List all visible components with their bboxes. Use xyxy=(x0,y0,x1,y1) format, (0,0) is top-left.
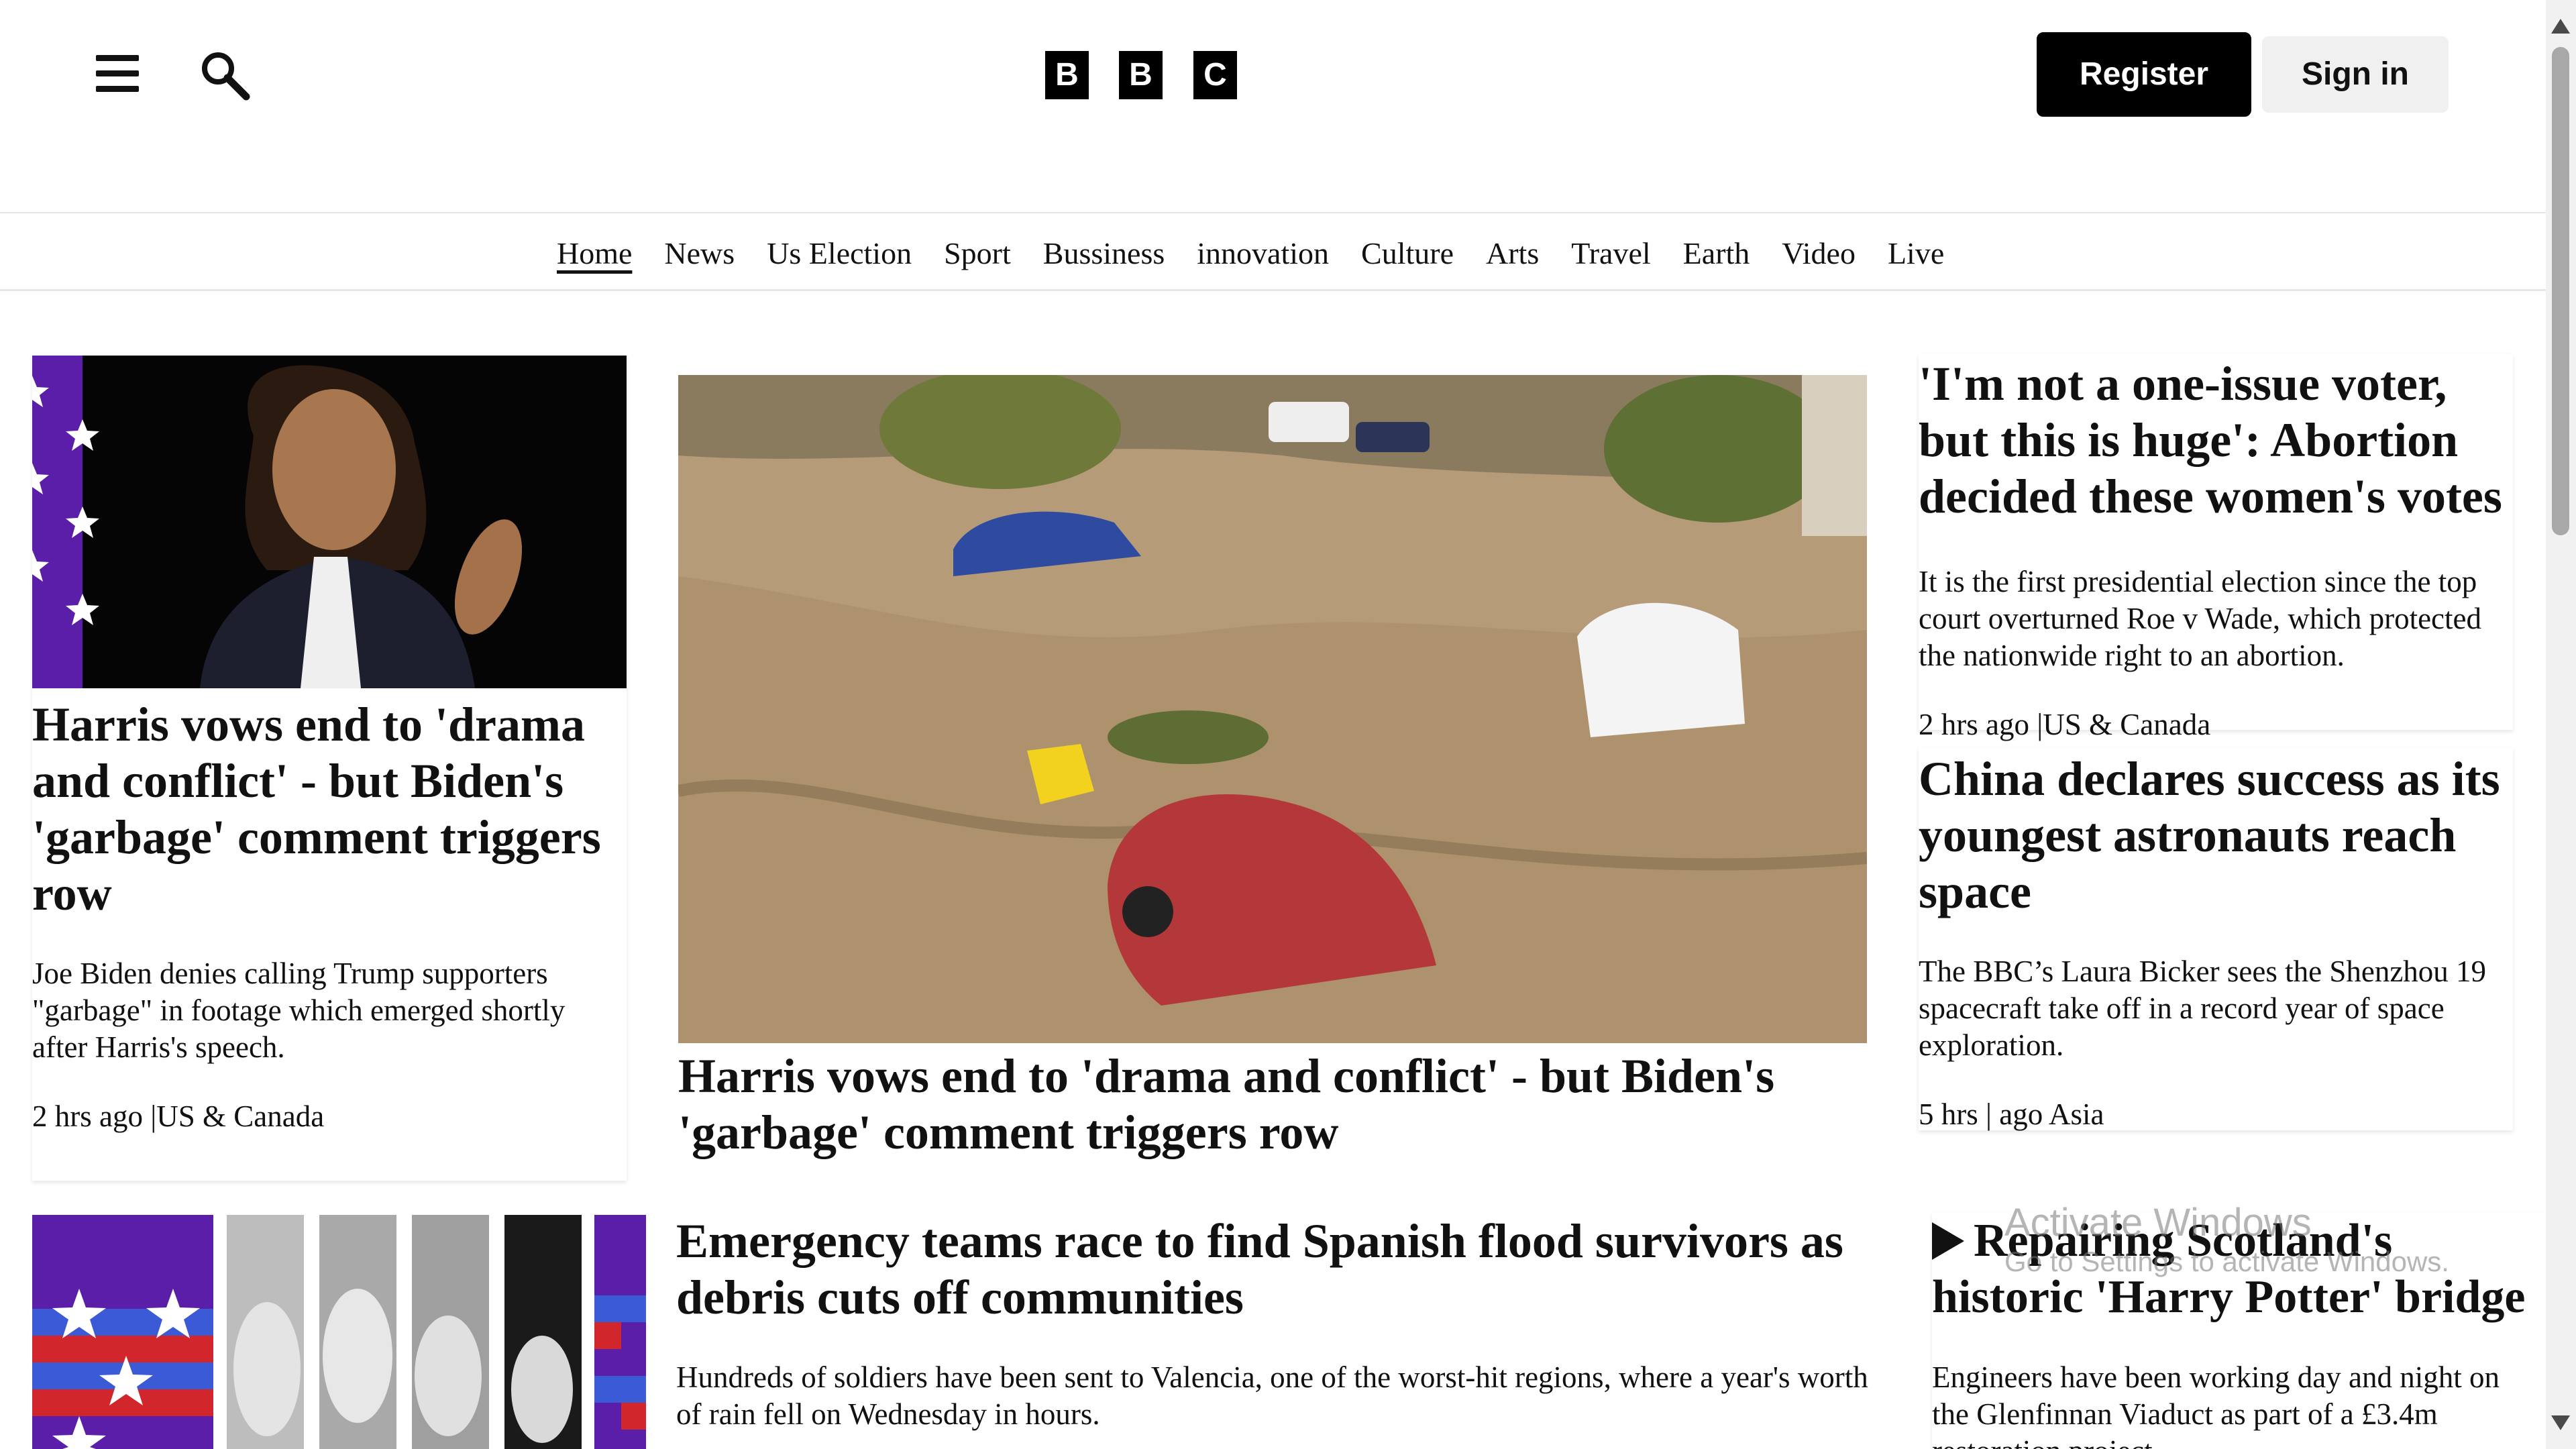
windows-activation-watermark: Activate Windows Go to Settings to activ… xyxy=(2004,1201,2449,1279)
nav-item-home[interactable]: Home xyxy=(557,235,632,271)
nav-item-culture[interactable]: Culture xyxy=(1361,235,1454,271)
story-left-text: Harris vows end to 'drama and conflict' … xyxy=(32,696,616,1135)
story-headline[interactable]: 'I'm not a one-issue voter, but this is … xyxy=(1919,356,2509,525)
nav-item-innovation[interactable]: innovation xyxy=(1197,235,1329,271)
story-meta: 5 hrs | ago Asia xyxy=(1919,1097,2104,1131)
flood-photo[interactable] xyxy=(678,375,1867,1043)
watermark-line-1: Activate Windows xyxy=(2004,1201,2312,1244)
story-right2-text: China declares success as its youngest a… xyxy=(1919,751,2509,1133)
story-summary: Engineers have been working day and nigh… xyxy=(1932,1360,2500,1449)
lead-headline[interactable]: Harris vows end to 'drama and conflict' … xyxy=(678,1048,1872,1161)
watermark-line-2: Go to Settings to activate Windows. xyxy=(2004,1246,2449,1277)
hamburger-menu-icon[interactable] xyxy=(96,55,139,93)
voters-photo-collage[interactable] xyxy=(32,1215,646,1449)
scroll-up-arrow-icon[interactable] xyxy=(2551,19,2570,34)
bbc-logo[interactable]: B B C xyxy=(1045,51,1237,99)
nav-item-arts[interactable]: Arts xyxy=(1486,235,1539,271)
main-navigation: Home News Us Election Sport Bussiness in… xyxy=(0,212,2546,291)
play-icon xyxy=(1932,1222,1964,1260)
vertical-scrollbar[interactable] xyxy=(2546,0,2576,1449)
nav-item-news[interactable]: News xyxy=(664,235,735,271)
story-headline[interactable]: Harris vows end to 'drama and conflict' … xyxy=(32,696,616,922)
nav-item-earth[interactable]: Earth xyxy=(1683,235,1750,271)
scrollbar-thumb[interactable] xyxy=(2552,47,2569,535)
story-centre-text: Harris vows end to 'drama and conflict' … xyxy=(678,1048,1872,1161)
story-summary: The BBC’s Laura Bicker sees the Shenzhou… xyxy=(1919,955,2487,1062)
logo-letter: C xyxy=(1193,51,1237,99)
logo-letter: B xyxy=(1119,51,1163,99)
story-summary: It is the first presidential election si… xyxy=(1919,565,2482,672)
register-button[interactable]: Register xyxy=(2037,32,2251,117)
site-header: B B C Register Sign in xyxy=(0,0,2546,213)
story-meta: 2 hrs ago |US & Canada xyxy=(32,1099,325,1133)
story-meta: 2 hrs ago |US & Canada xyxy=(1919,708,2211,741)
sign-in-button[interactable]: Sign in xyxy=(2262,36,2449,113)
story-summary: Hundreds of soldiers have been sent to V… xyxy=(676,1360,1868,1431)
story-right1-text: 'I'm not a one-issue voter, but this is … xyxy=(1919,356,2509,743)
nav-item-travel[interactable]: Travel xyxy=(1571,235,1650,271)
nav-item-us-election[interactable]: Us Election xyxy=(767,235,912,271)
nav-item-business[interactable]: Bussiness xyxy=(1043,235,1165,271)
story-headline[interactable]: China declares success as its youngest a… xyxy=(1919,751,2509,920)
search-icon[interactable] xyxy=(198,48,252,102)
logo-letter: B xyxy=(1045,51,1089,99)
nav-item-video[interactable]: Video xyxy=(1782,235,1856,271)
nav-item-sport[interactable]: Sport xyxy=(944,235,1011,271)
harris-photo[interactable] xyxy=(32,356,627,688)
story-headline[interactable]: Emergency teams race to find Spanish flo… xyxy=(676,1213,1870,1326)
nav-item-live[interactable]: Live xyxy=(1888,235,1944,271)
scroll-down-arrow-icon[interactable] xyxy=(2551,1415,2570,1430)
story-lower-centre-text: Emergency teams race to find Spanish flo… xyxy=(676,1213,1870,1433)
story-summary: Joe Biden denies calling Trump supporter… xyxy=(32,957,566,1064)
